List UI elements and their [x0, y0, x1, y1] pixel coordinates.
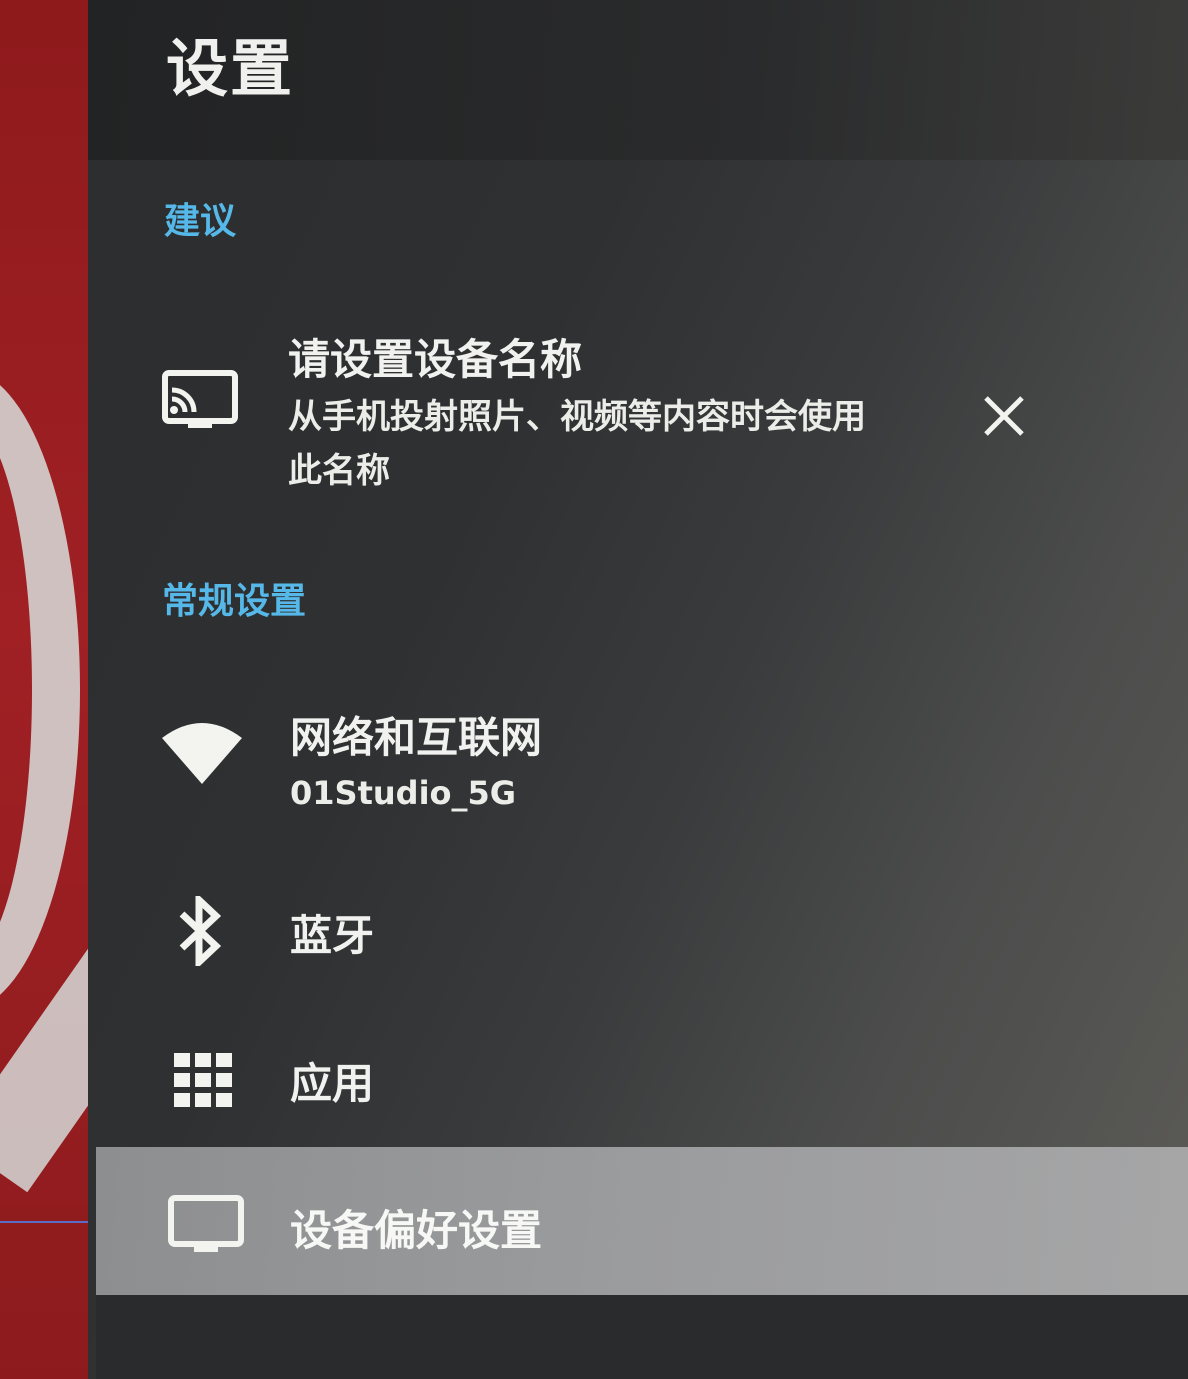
settings-header: 设置: [88, 0, 1188, 160]
page-title: 设置: [166, 32, 295, 105]
wifi-icon: [160, 720, 244, 790]
dismiss-suggestion-button[interactable]: [976, 388, 1032, 444]
cast-icon: [162, 370, 238, 436]
apps-grid-icon: [174, 1053, 232, 1111]
section-label-suggestions: 建议: [164, 201, 237, 242]
tv-monitor-icon: [168, 1195, 244, 1259]
settings-item-label: 网络和互联网: [290, 713, 543, 762]
close-icon: [984, 396, 1024, 436]
background-app: [0, 0, 177, 1379]
network-ssid: 01Studio_5G: [290, 774, 517, 812]
settings-item-device-preferences[interactable]: 设备偏好设置: [96, 1147, 1188, 1295]
screen: 设置 建议 请设置设备名称 从手机投射照片、视频等内容时会使用 此名称 常规设置…: [0, 0, 1188, 1379]
settings-item-label: 蓝牙: [290, 911, 375, 960]
suggestion-title: 请设置设备名称: [288, 335, 583, 384]
settings-panel: 设置 建议 请设置设备名称 从手机投射照片、视频等内容时会使用 此名称 常规设置…: [88, 0, 1188, 1379]
background-divider: [0, 1221, 96, 1223]
bluetooth-icon: [176, 891, 224, 971]
suggestion-description-line2: 此名称: [288, 451, 390, 491]
section-label-general: 常规设置: [162, 581, 307, 622]
suggestion-description-line1: 从手机投射照片、视频等内容时会使用: [288, 397, 866, 437]
background-logo-ring: [0, 370, 80, 1010]
settings-item-label: 设备偏好设置: [290, 1206, 543, 1255]
panel-bottom-area: [96, 1295, 1188, 1379]
settings-item-label: 应用: [290, 1059, 375, 1108]
